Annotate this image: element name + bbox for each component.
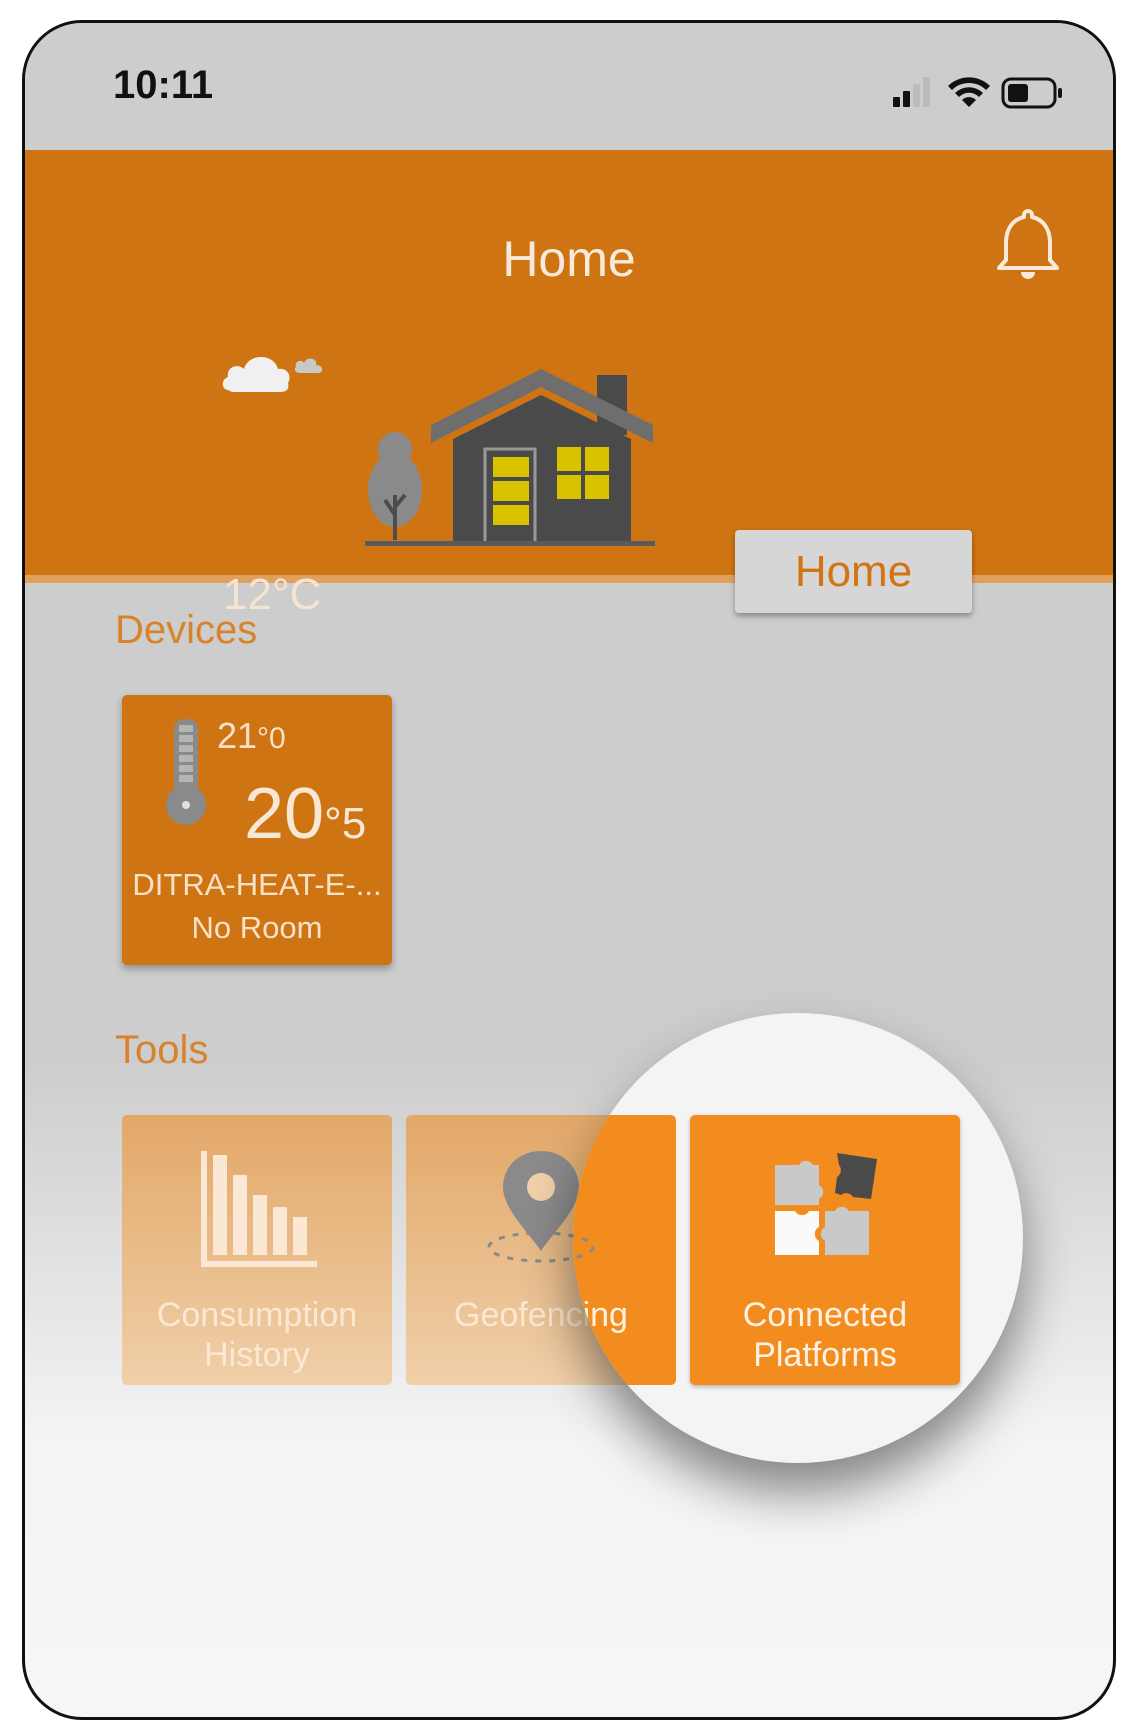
device-room: No Room	[191, 910, 323, 945]
tool-label-line2: History	[204, 1336, 310, 1374]
set-temp-decimal: 0	[269, 722, 286, 755]
devices-section-title: Devices	[115, 608, 258, 652]
house-illustration	[365, 365, 665, 570]
phone-frame: 10:11 Home 12°C Home Devices 21°0 20°5 D…	[22, 20, 1116, 1720]
cur-temp-whole: 20	[244, 774, 325, 854]
set-temp-whole: 21	[217, 715, 258, 756]
cellular-signal-icon	[893, 77, 930, 107]
tool-label: Consumption History	[122, 1295, 392, 1375]
status-time: 10:11	[113, 63, 214, 107]
cur-temp-decimal: 5	[341, 799, 367, 848]
location-mode-button[interactable]: Home	[735, 530, 972, 613]
thermometer-icon	[164, 717, 208, 832]
device-current-temperature: 20°5	[244, 774, 367, 854]
tool-label-line1: Connected	[742, 1296, 908, 1334]
device-set-temperature: 21°0	[217, 715, 286, 756]
cloud-icon	[220, 345, 340, 410]
puzzle-icon	[690, 1147, 960, 1272]
tool-label-line1: Consumption	[156, 1296, 358, 1334]
home-header: Home 12°C Home	[25, 150, 1113, 619]
bell-icon	[997, 209, 1059, 279]
bar-chart-icon	[122, 1147, 392, 1272]
battery-icon	[1001, 77, 1062, 109]
page-title: Home	[502, 231, 636, 287]
tool-label-line2: Platforms	[753, 1336, 897, 1374]
tools-section-title: Tools	[115, 1028, 209, 1072]
tool-consumption-history[interactable]: Consumption History	[122, 1115, 392, 1385]
status-icons	[891, 73, 1071, 118]
status-bar: 10:11	[25, 23, 1113, 148]
wifi-icon	[948, 77, 990, 107]
notifications-button[interactable]	[993, 205, 1063, 290]
device-name: DITRA-HEAT-E-...	[132, 867, 382, 902]
tool-connected-platforms[interactable]: Connected Platforms	[690, 1115, 960, 1385]
device-card[interactable]: 21°0 20°5 DITRA-HEAT-E-... No Room	[122, 695, 392, 965]
tool-label: Connected Platforms	[690, 1295, 960, 1375]
